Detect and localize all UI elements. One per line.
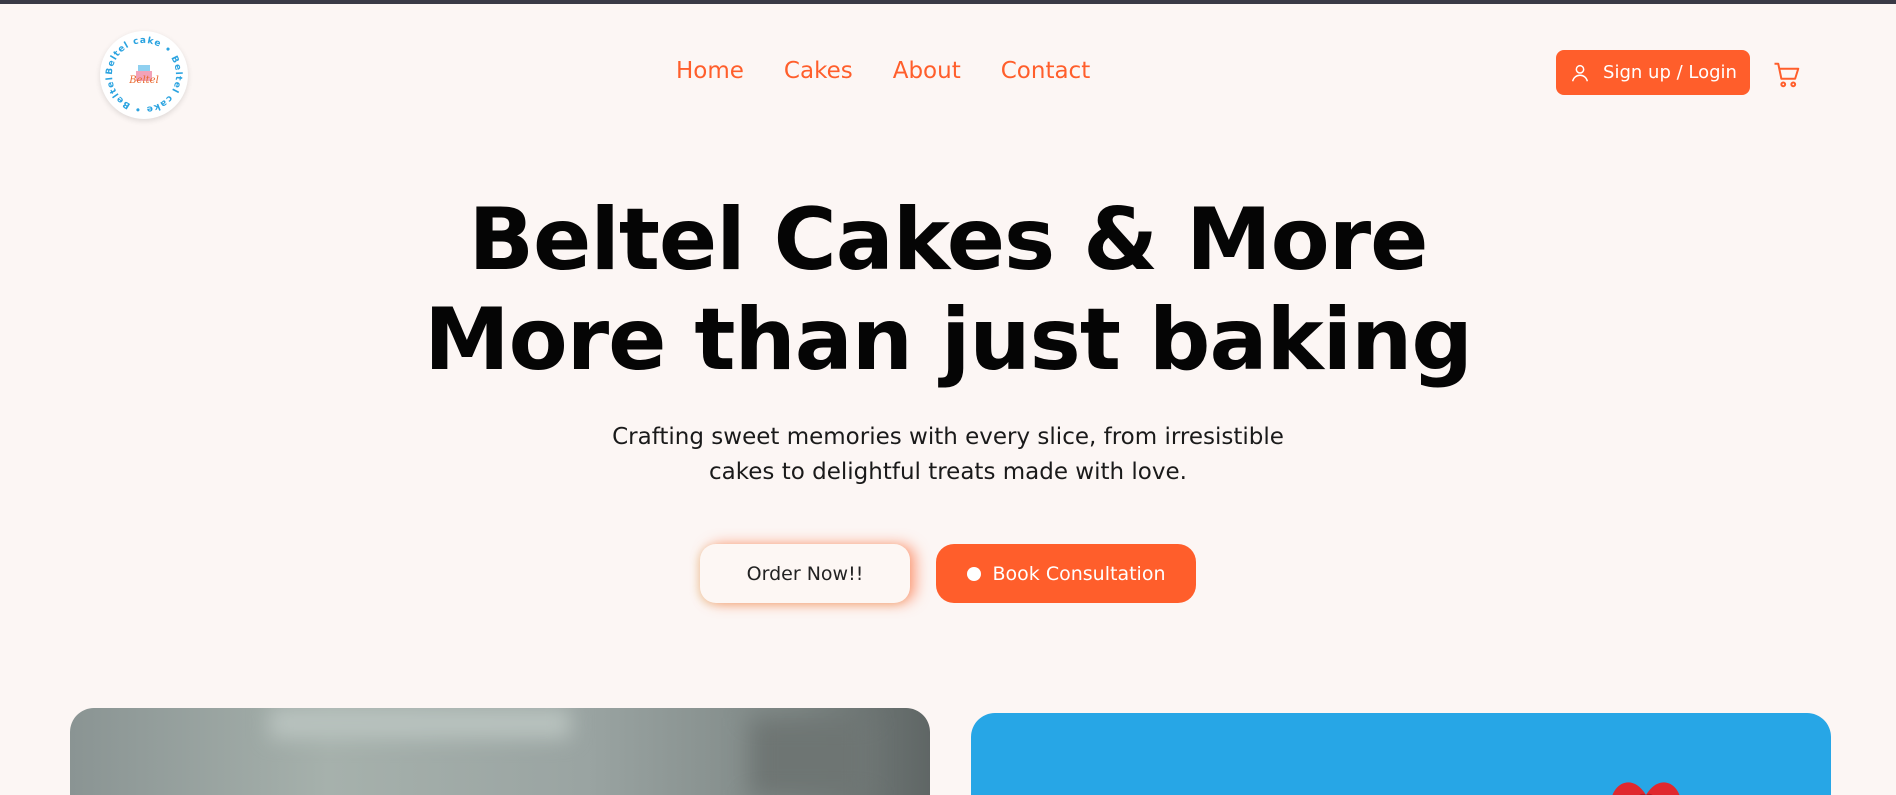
nav-link-home[interactable]: Home: [676, 58, 744, 84]
image-blur-shape: [750, 718, 870, 795]
user-icon: [1571, 64, 1589, 81]
site-header: Beltel cake • Beltel cake • Beltel cake …: [0, 4, 1896, 144]
logo-badge-icon: Beltel cake • Beltel cake • Beltel cake …: [100, 31, 182, 114]
main-nav: Home Cakes About Contact: [676, 58, 1090, 84]
hero-subtitle: Crafting sweet memories with every slice…: [612, 424, 1284, 485]
hero-title: Beltel Cakes & More More than just bakin…: [0, 190, 1896, 390]
order-now-button[interactable]: Order Now!!: [700, 544, 910, 603]
nav-link-contact[interactable]: Contact: [1001, 58, 1090, 84]
hero-section: Beltel Cakes & More More than just bakin…: [0, 190, 1896, 490]
book-consultation-label: Book Consultation: [992, 562, 1166, 585]
gift-bow-icon: [1612, 782, 1680, 795]
hero-title-line2: More than just baking: [424, 290, 1473, 390]
book-consultation-button[interactable]: Book Consultation: [936, 544, 1196, 603]
signup-label: Sign up / Login: [1603, 62, 1737, 83]
featured-image-card[interactable]: [70, 708, 930, 795]
nav-link-cakes[interactable]: Cakes: [784, 58, 853, 84]
logo-center-text: Beltel: [128, 75, 159, 86]
promo-card[interactable]: [971, 713, 1831, 795]
logo[interactable]: Beltel cake • Beltel cake • Beltel cake …: [100, 31, 188, 119]
hero-cta-group: Order Now!! Book Consultation: [0, 544, 1896, 603]
cart-icon[interactable]: [1772, 60, 1802, 90]
hero-title-line1: Beltel Cakes & More: [468, 190, 1428, 290]
signup-login-button[interactable]: Sign up / Login: [1556, 50, 1750, 95]
dot-icon: [966, 566, 981, 581]
image-blur-shape: [270, 708, 570, 738]
nav-link-about[interactable]: About: [893, 58, 961, 84]
